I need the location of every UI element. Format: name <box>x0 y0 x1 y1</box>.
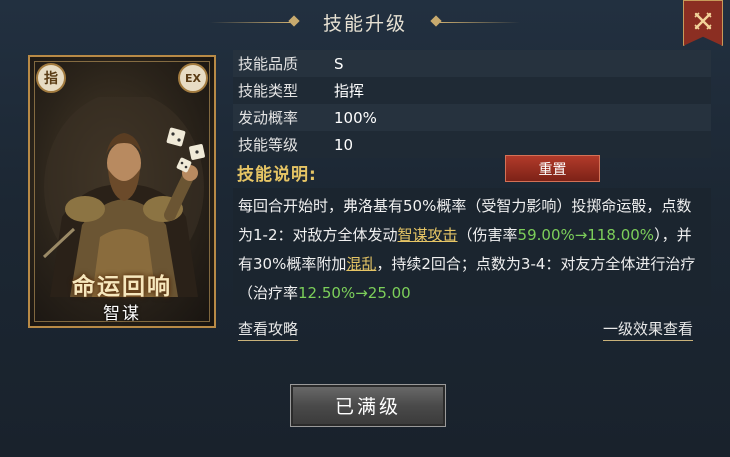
reset-button[interactable]: 重置 <box>505 155 600 182</box>
attr-label: 技能品质 <box>238 55 299 73</box>
attr-value: 100% <box>334 108 377 127</box>
view-guide-link[interactable]: 查看攻略 <box>238 318 299 341</box>
attr-label: 技能类型 <box>238 82 299 100</box>
skill-name: 命运回响 <box>72 274 172 300</box>
desc-segment: （伤害率 <box>457 226 518 244</box>
heal-rate-value: 12.50%→25.00 <box>298 284 411 302</box>
page-title: 技能升级 <box>322 12 407 35</box>
close-crossed-swords-icon <box>694 12 712 30</box>
title-diamond-right <box>430 15 442 27</box>
title-ornament-right <box>440 22 520 23</box>
title-ornament-left <box>210 22 290 23</box>
attr-row-quality: 技能品质 S <box>233 50 711 77</box>
damage-rate-value: 59.00%→118.00% <box>517 226 655 244</box>
title-bar: 技能升级 <box>0 0 730 44</box>
skill-category: 智谋 <box>103 304 141 324</box>
attr-row-probability: 发动概率 100% <box>233 104 711 131</box>
title-diamond-left <box>288 15 300 27</box>
ex-badge: EX <box>178 63 208 93</box>
attr-value: S <box>334 54 344 73</box>
skill-upgrade-panel: 技能升级 指 EX 命运回响 智谋 技能品质 S 技能类型 指挥 发动概率 10… <box>0 0 730 457</box>
description-header: 技能说明: <box>237 165 317 185</box>
description-box: 每回合开始时，弗洛基有50%概率（受智力影响）投掷命运骰，点数为1-2：对敌方全… <box>233 188 711 306</box>
command-type-badge: 指 <box>36 63 66 93</box>
level1-effect-link[interactable]: 一级效果查看 <box>603 318 694 341</box>
max-level-button[interactable]: 已满级 <box>290 384 446 427</box>
attr-row-level: 技能等级 10 <box>233 131 711 158</box>
keyword-confusion[interactable]: 混乱 <box>346 255 376 273</box>
attr-value: 指挥 <box>334 82 365 100</box>
skill-card: 指 EX 命运回响 智谋 <box>28 55 216 328</box>
attr-label: 技能等级 <box>238 136 299 154</box>
attr-value: 10 <box>334 135 354 154</box>
skill-attributes: 技能品质 S 技能类型 指挥 发动概率 100% 技能等级 10 <box>233 50 711 158</box>
attr-label: 发动概率 <box>238 109 299 127</box>
keyword-intellect-attack[interactable]: 智谋攻击 <box>398 226 458 244</box>
attr-row-type: 技能类型 指挥 <box>233 77 711 104</box>
description-text: 每回合开始时，弗洛基有50%概率（受智力影响）投掷命运骰，点数为1-2：对敌方全… <box>233 188 711 306</box>
